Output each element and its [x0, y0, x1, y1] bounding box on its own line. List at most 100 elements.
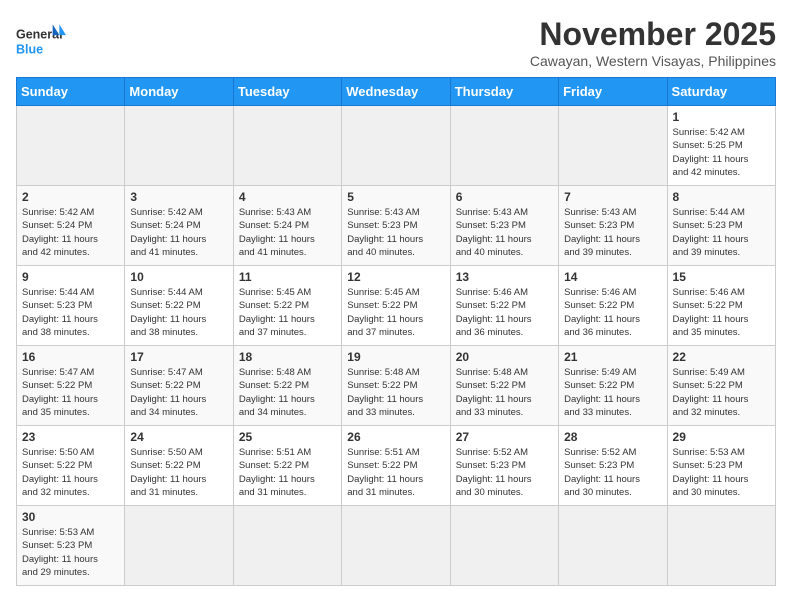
- day-info: Sunrise: 5:53 AM Sunset: 5:23 PM Dayligh…: [22, 526, 119, 579]
- calendar-cell: 9 Sunrise: 5:44 AM Sunset: 5:23 PM Daylig…: [17, 266, 125, 346]
- day-info: Sunrise: 5:51 AM Sunset: 5:22 PM Dayligh…: [347, 446, 444, 499]
- day-number: 11: [239, 270, 336, 284]
- week-row-6: 30 Sunrise: 5:53 AM Sunset: 5:23 PM Dayli…: [17, 506, 776, 586]
- calendar-cell: 10Sunrise: 5:44 AM Sunset: 5:22 PM Dayli…: [125, 266, 233, 346]
- calendar-cell: 11 Sunrise: 5:45 AM Sunset: 5:22 PM Dayli…: [233, 266, 341, 346]
- header-thursday: Thursday: [450, 78, 558, 106]
- day-info: Sunrise: 5:43 AM Sunset: 5:24 PM Dayligh…: [239, 206, 336, 259]
- day-number: 5: [347, 190, 444, 204]
- day-info: Sunrise: 5:48 AM Sunset: 5:22 PM Dayligh…: [239, 366, 336, 419]
- header-wednesday: Wednesday: [342, 78, 450, 106]
- location-subtitle: Cawayan, Western Visayas, Philippines: [530, 53, 776, 69]
- calendar-header-row: SundayMondayTuesdayWednesdayThursdayFrid…: [17, 78, 776, 106]
- calendar-cell: 20Sunrise: 5:48 AM Sunset: 5:22 PM Dayli…: [450, 346, 558, 426]
- day-number: 12: [347, 270, 444, 284]
- day-info: Sunrise: 5:46 AM Sunset: 5:22 PM Dayligh…: [564, 286, 661, 339]
- day-number: 20: [456, 350, 553, 364]
- day-info: Sunrise: 5:46 AM Sunset: 5:22 PM Dayligh…: [456, 286, 553, 339]
- day-number: 1: [673, 110, 770, 124]
- calendar-cell: [233, 506, 341, 586]
- day-number: 28: [564, 430, 661, 444]
- week-row-2: 2 Sunrise: 5:42 AM Sunset: 5:24 PM Daylig…: [17, 186, 776, 266]
- day-number: 2: [22, 190, 119, 204]
- calendar-cell: 19Sunrise: 5:48 AM Sunset: 5:22 PM Dayli…: [342, 346, 450, 426]
- day-info: Sunrise: 5:47 AM Sunset: 5:22 PM Dayligh…: [22, 366, 119, 419]
- day-info: Sunrise: 5:44 AM Sunset: 5:22 PM Dayligh…: [130, 286, 227, 339]
- day-info: Sunrise: 5:52 AM Sunset: 5:23 PM Dayligh…: [564, 446, 661, 499]
- day-info: Sunrise: 5:42 AM Sunset: 5:24 PM Dayligh…: [130, 206, 227, 259]
- week-row-1: 1 Sunrise: 5:42 AM Sunset: 5:25 PM Daylig…: [17, 106, 776, 186]
- calendar-cell: 21 Sunrise: 5:49 AM Sunset: 5:22 PM Dayli…: [559, 346, 667, 426]
- calendar-cell: 13 Sunrise: 5:46 AM Sunset: 5:22 PM Dayli…: [450, 266, 558, 346]
- title-block: November 2025 Cawayan, Western Visayas, …: [530, 16, 776, 69]
- calendar-cell: 16 Sunrise: 5:47 AM Sunset: 5:22 PM Dayli…: [17, 346, 125, 426]
- calendar-cell: 7Sunrise: 5:43 AM Sunset: 5:23 PM Daylig…: [559, 186, 667, 266]
- day-info: Sunrise: 5:50 AM Sunset: 5:22 PM Dayligh…: [22, 446, 119, 499]
- calendar-cell: 30 Sunrise: 5:53 AM Sunset: 5:23 PM Dayli…: [17, 506, 125, 586]
- week-row-3: 9 Sunrise: 5:44 AM Sunset: 5:23 PM Daylig…: [17, 266, 776, 346]
- header-sunday: Sunday: [17, 78, 125, 106]
- calendar-cell: [342, 506, 450, 586]
- day-info: Sunrise: 5:53 AM Sunset: 5:23 PM Dayligh…: [673, 446, 770, 499]
- day-number: 16: [22, 350, 119, 364]
- calendar-table: SundayMondayTuesdayWednesdayThursdayFrid…: [16, 77, 776, 586]
- day-info: Sunrise: 5:43 AM Sunset: 5:23 PM Dayligh…: [347, 206, 444, 259]
- day-info: Sunrise: 5:43 AM Sunset: 5:23 PM Dayligh…: [456, 206, 553, 259]
- day-number: 9: [22, 270, 119, 284]
- calendar-cell: [125, 106, 233, 186]
- week-row-5: 23 Sunrise: 5:50 AM Sunset: 5:22 PM Dayli…: [17, 426, 776, 506]
- day-number: 29: [673, 430, 770, 444]
- day-number: 24: [130, 430, 227, 444]
- day-info: Sunrise: 5:46 AM Sunset: 5:22 PM Dayligh…: [673, 286, 770, 339]
- svg-text:Blue: Blue: [16, 43, 43, 57]
- day-info: Sunrise: 5:52 AM Sunset: 5:23 PM Dayligh…: [456, 446, 553, 499]
- calendar-cell: 17Sunrise: 5:47 AM Sunset: 5:22 PM Dayli…: [125, 346, 233, 426]
- calendar-cell: 4Sunrise: 5:43 AM Sunset: 5:24 PM Daylig…: [233, 186, 341, 266]
- day-number: 8: [673, 190, 770, 204]
- header-monday: Monday: [125, 78, 233, 106]
- calendar-cell: 29 Sunrise: 5:53 AM Sunset: 5:23 PM Dayli…: [667, 426, 775, 506]
- day-info: Sunrise: 5:42 AM Sunset: 5:25 PM Dayligh…: [673, 126, 770, 179]
- calendar-cell: 25Sunrise: 5:51 AM Sunset: 5:22 PM Dayli…: [233, 426, 341, 506]
- calendar-cell: 18Sunrise: 5:48 AM Sunset: 5:22 PM Dayli…: [233, 346, 341, 426]
- calendar-cell: 8 Sunrise: 5:44 AM Sunset: 5:23 PM Daylig…: [667, 186, 775, 266]
- day-number: 6: [456, 190, 553, 204]
- calendar-cell: [450, 506, 558, 586]
- day-number: 14: [564, 270, 661, 284]
- day-number: 19: [347, 350, 444, 364]
- day-info: Sunrise: 5:45 AM Sunset: 5:22 PM Dayligh…: [347, 286, 444, 339]
- calendar-cell: 1 Sunrise: 5:42 AM Sunset: 5:25 PM Daylig…: [667, 106, 775, 186]
- logo: General Blue: [16, 16, 66, 66]
- calendar-cell: 23 Sunrise: 5:50 AM Sunset: 5:22 PM Dayli…: [17, 426, 125, 506]
- calendar-cell: [450, 106, 558, 186]
- day-info: Sunrise: 5:43 AM Sunset: 5:23 PM Dayligh…: [564, 206, 661, 259]
- week-row-4: 16 Sunrise: 5:47 AM Sunset: 5:22 PM Dayli…: [17, 346, 776, 426]
- calendar-cell: [559, 106, 667, 186]
- day-number: 30: [22, 510, 119, 524]
- day-number: 17: [130, 350, 227, 364]
- day-number: 23: [22, 430, 119, 444]
- day-number: 27: [456, 430, 553, 444]
- calendar-cell: 2Sunrise: 5:42 AM Sunset: 5:24 PM Daylig…: [17, 186, 125, 266]
- calendar-cell: 15 Sunrise: 5:46 AM Sunset: 5:22 PM Dayli…: [667, 266, 775, 346]
- day-info: Sunrise: 5:44 AM Sunset: 5:23 PM Dayligh…: [22, 286, 119, 339]
- day-info: Sunrise: 5:50 AM Sunset: 5:22 PM Dayligh…: [130, 446, 227, 499]
- day-number: 15: [673, 270, 770, 284]
- calendar-cell: 28 Sunrise: 5:52 AM Sunset: 5:23 PM Dayli…: [559, 426, 667, 506]
- day-number: 13: [456, 270, 553, 284]
- day-number: 3: [130, 190, 227, 204]
- day-info: Sunrise: 5:44 AM Sunset: 5:23 PM Dayligh…: [673, 206, 770, 259]
- header-saturday: Saturday: [667, 78, 775, 106]
- header-friday: Friday: [559, 78, 667, 106]
- day-number: 21: [564, 350, 661, 364]
- month-title: November 2025: [530, 16, 776, 53]
- calendar-cell: [125, 506, 233, 586]
- calendar-cell: [17, 106, 125, 186]
- calendar-cell: 12 Sunrise: 5:45 AM Sunset: 5:22 PM Dayli…: [342, 266, 450, 346]
- calendar-cell: 3 Sunrise: 5:42 AM Sunset: 5:24 PM Daylig…: [125, 186, 233, 266]
- day-info: Sunrise: 5:49 AM Sunset: 5:22 PM Dayligh…: [564, 366, 661, 419]
- calendar-cell: 5 Sunrise: 5:43 AM Sunset: 5:23 PM Daylig…: [342, 186, 450, 266]
- calendar-cell: [559, 506, 667, 586]
- day-info: Sunrise: 5:45 AM Sunset: 5:22 PM Dayligh…: [239, 286, 336, 339]
- page-header: General Blue November 2025 Cawayan, West…: [16, 16, 776, 69]
